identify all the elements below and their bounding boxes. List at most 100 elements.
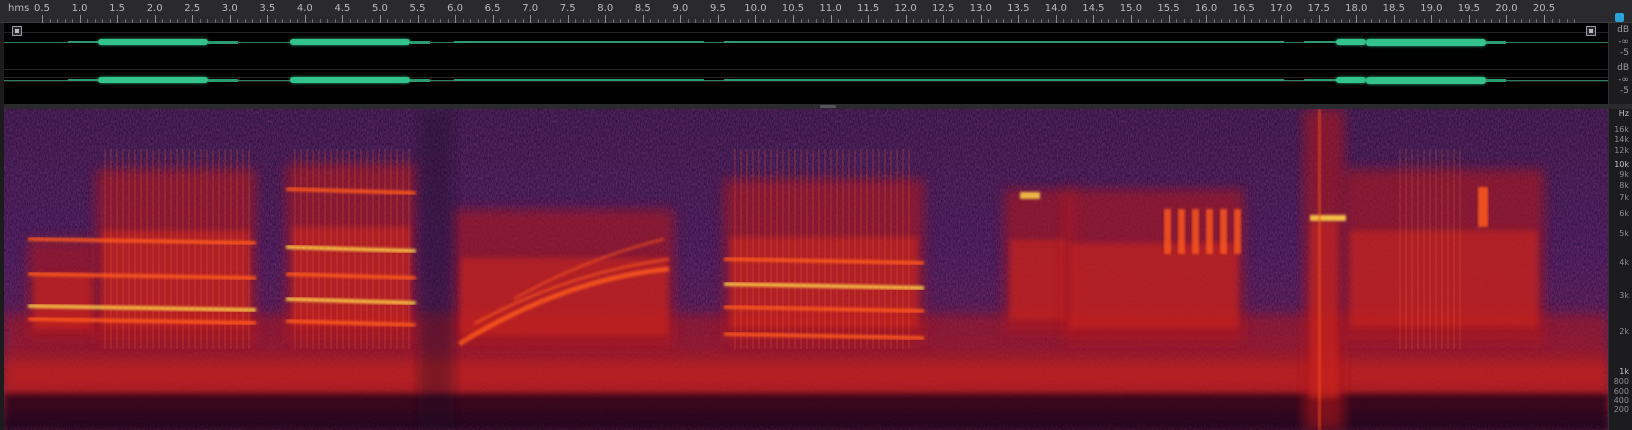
ruler-tick-label: 17.0 [1270, 3, 1293, 14]
ruler-tick-label: 15.0 [1119, 3, 1143, 14]
ruler-tick [680, 15, 682, 23]
zoom-to-selection-icon[interactable] [12, 26, 22, 36]
hz-unit-label: Hz [1618, 109, 1629, 118]
call-energy [1070, 243, 1238, 329]
ruler-tick-label: 1.5 [109, 3, 126, 14]
ruler-tick-label: 20.0 [1495, 3, 1518, 14]
waveform-segment [410, 78, 430, 82]
zoom-full-icon[interactable] [1586, 26, 1596, 36]
splitter-grip-icon[interactable] [820, 105, 836, 108]
time-format-label[interactable]: hms [8, 3, 29, 14]
spectrogram-canvas[interactable] [4, 109, 1608, 430]
waveform-segment [1486, 40, 1506, 44]
timeline-ruler[interactable]: hms 0.5 1.0 1.5 2.0 2.5 3.0 3.5 4.0 4.5 5.0 5.5 6.0… [0, 0, 1632, 23]
comb-striation [342, 149, 344, 349]
hz-label: 6k [1619, 209, 1629, 218]
waveform-segment [1486, 78, 1506, 82]
hz-label: 200 [1613, 405, 1629, 414]
hz-label: 1k [1619, 367, 1629, 376]
comb-striation [854, 149, 856, 349]
call-energy [1310, 221, 1338, 398]
comb-striation [116, 149, 118, 349]
ruler-tick [417, 15, 419, 23]
call-energy [1350, 230, 1538, 327]
comb-striation [212, 149, 214, 349]
comb-striation [824, 149, 826, 349]
waveform-segment [98, 77, 208, 83]
db-scale: dB -∞ -5 dB -∞ -5 [1608, 23, 1632, 104]
comb-striation [884, 149, 886, 349]
ruler-tick-label: 13.5 [1007, 3, 1030, 14]
pulse-note [1192, 209, 1199, 254]
ruler-tick-label: 5.0 [371, 3, 388, 14]
ruler-tick [868, 15, 870, 23]
hz-label: 4k [1619, 258, 1629, 267]
comb-striation [1411, 149, 1413, 349]
whistle-note [1478, 187, 1488, 227]
ruler-tick-label: 14.0 [1044, 3, 1067, 14]
ruler-tick-label: 19.5 [1457, 3, 1481, 14]
waveform-segment [724, 41, 1284, 43]
comb-striation [140, 149, 142, 349]
whistle-note [1310, 215, 1346, 221]
ruler-tick-label: 8.5 [634, 3, 651, 14]
comb-striation [164, 149, 166, 349]
hz-label: 9k [1619, 170, 1629, 179]
ruler-tick [379, 15, 381, 23]
ruler-tick [42, 15, 43, 23]
ruler-tick [79, 15, 81, 23]
comb-striation [122, 149, 124, 349]
hz-label: 8k [1619, 181, 1629, 190]
comb-striation [776, 149, 778, 349]
overview-waveform[interactable] [4, 23, 1608, 104]
comb-striation [390, 149, 392, 349]
comb-striation [152, 149, 154, 349]
ruler-tick-label: 11.0 [819, 3, 842, 14]
hz-label: 12k [1614, 146, 1629, 155]
comb-striation [110, 149, 112, 349]
ruler-tick [1468, 15, 1470, 23]
hz-label: 10k [1614, 160, 1629, 169]
comb-striation [348, 149, 350, 349]
comb-striation [200, 149, 202, 349]
comb-striation [836, 149, 838, 349]
comb-striation [236, 149, 238, 349]
ruler-tick [755, 15, 757, 23]
ruler-tick [980, 15, 982, 23]
comb-striation [408, 149, 410, 349]
comb-striation [396, 149, 398, 349]
comb-striation [1423, 149, 1425, 349]
ruler-tick-label: 12.0 [894, 3, 917, 14]
comb-striation [794, 149, 796, 349]
ruler-tick [605, 15, 607, 23]
db-label: -∞ [1618, 37, 1629, 47]
ruler-tick-label: 15.5 [1157, 3, 1180, 14]
ruler-tick [1168, 15, 1170, 23]
db-label: -5 [1620, 48, 1629, 58]
zoom-handle-icon[interactable] [1615, 13, 1624, 22]
ruler-tick-label: 0.5 [34, 3, 50, 14]
low-frequency-noise [4, 359, 1608, 389]
pulse-note [1178, 209, 1185, 254]
ruler-tick [1506, 15, 1508, 23]
ruler-tick-label: 3.5 [259, 3, 276, 14]
ruler-tick [905, 15, 907, 23]
frequency-scale: Hz 16k 14k 12k 10k 9k 8k 7k 6k 5k 4k 3k 2k 1k 800 600 4… [1608, 109, 1632, 430]
ruler-tick-label: 10.5 [781, 3, 805, 14]
comb-striation [848, 149, 850, 349]
comb-striation [330, 149, 332, 349]
comb-striation [890, 149, 892, 349]
ruler-tick [830, 15, 832, 23]
ruler-tick [717, 15, 719, 23]
comb-striation [318, 149, 320, 349]
waveform-segment [208, 40, 238, 44]
ruler-tick-label: 10.0 [744, 3, 767, 14]
ruler-tick [1093, 15, 1095, 23]
ruler-tick [1281, 15, 1283, 23]
ruler-tick [1393, 15, 1395, 23]
ruler-tick [642, 15, 644, 23]
overview-waveform-panel[interactable]: dB -∞ -5 dB -∞ -5 [0, 23, 1632, 104]
ruler-tick-label: 2.5 [184, 3, 201, 14]
comb-striation [300, 149, 302, 349]
spectral-frequency-display[interactable] [4, 109, 1608, 430]
